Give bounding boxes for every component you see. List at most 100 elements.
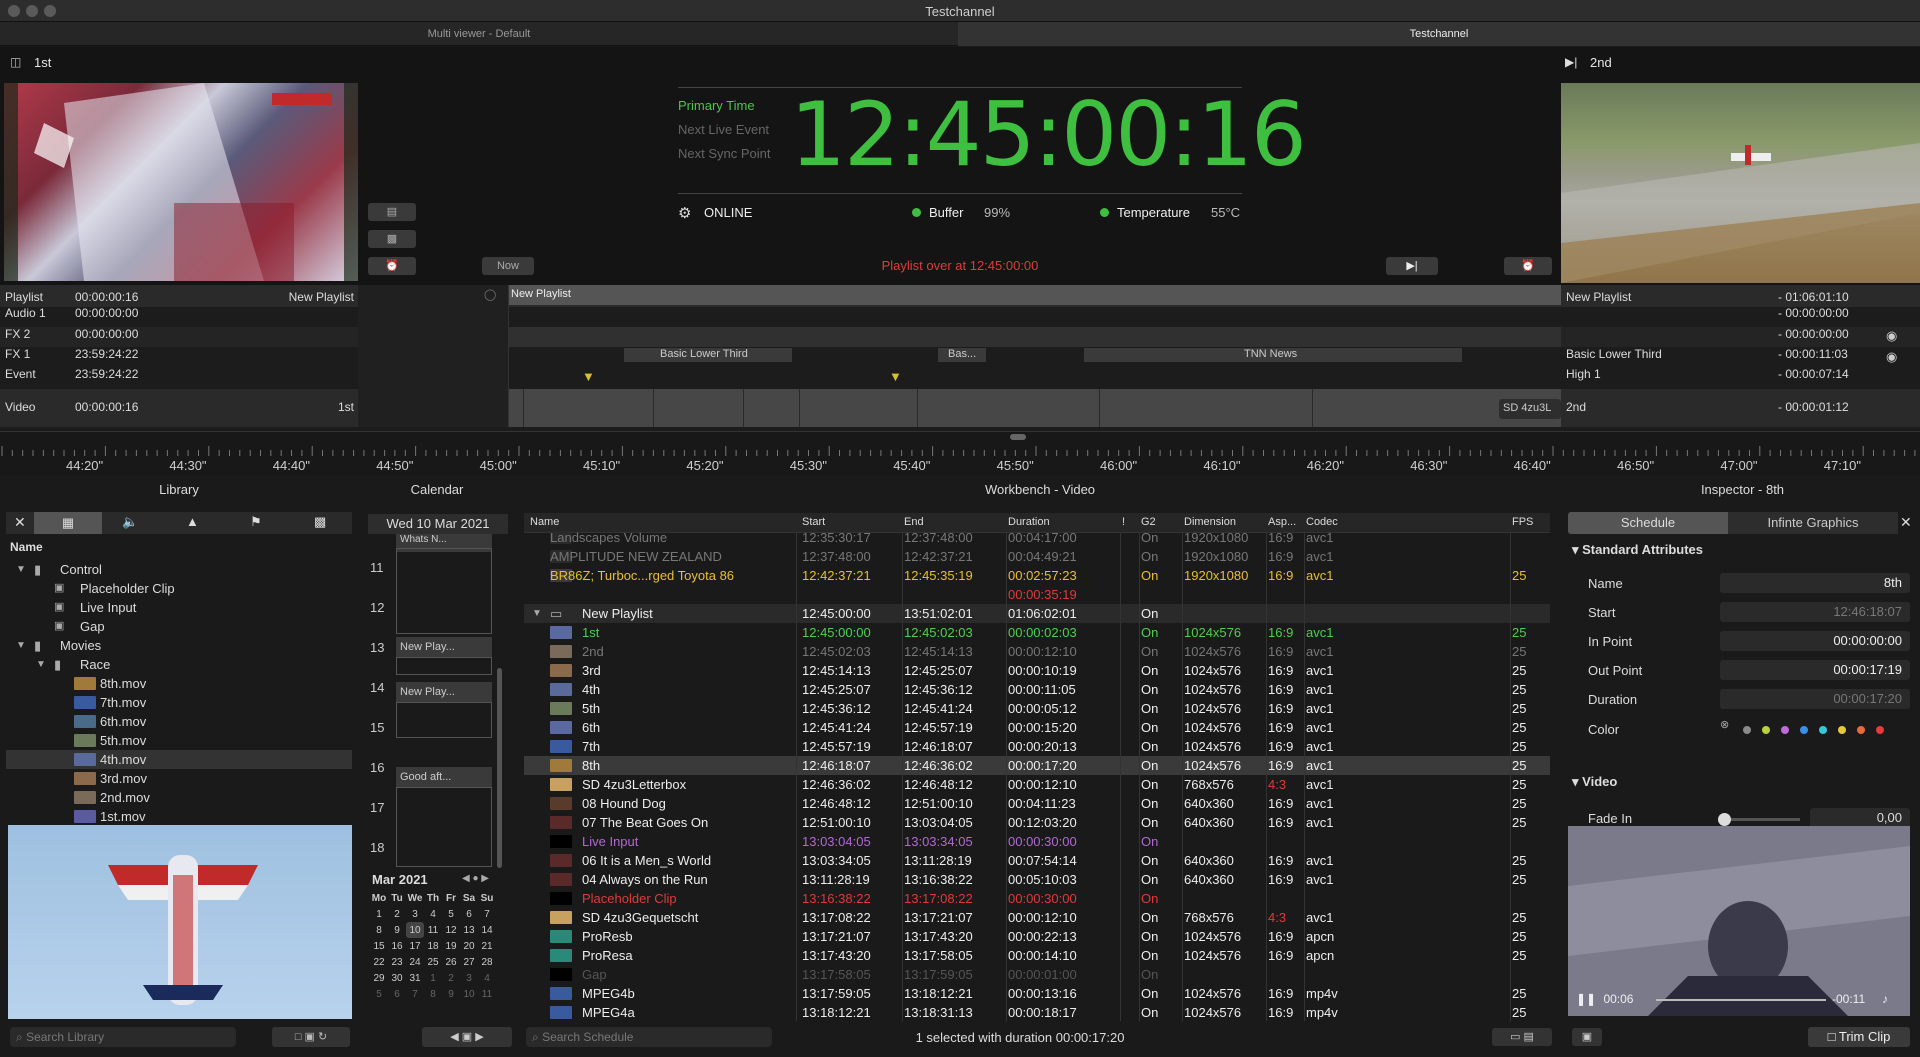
calendar-day[interactable]: 6	[460, 906, 478, 922]
workbench-column-header[interactable]: FPS	[1512, 516, 1533, 528]
disclosure-icon[interactable]: ▼	[532, 604, 542, 623]
calendar-day[interactable]: 16	[388, 938, 406, 954]
calendar-event-1-body[interactable]	[396, 548, 492, 634]
calendar-day[interactable]: 10	[460, 986, 478, 1002]
color-swatch[interactable]	[1838, 726, 1846, 734]
calendar-day[interactable]: 8	[370, 922, 388, 938]
schedule-row[interactable]: 04 Always on the Run 13:11:28:19 13:16:38:…	[524, 870, 1550, 889]
calendar-day[interactable]: 11	[424, 922, 442, 938]
track-row-fx-1[interactable]: FX 1 23:59:24:22 Basic Lower Third - 00:00:…	[0, 347, 1920, 363]
calendar-day[interactable]: 6	[388, 986, 406, 1002]
left-program-monitor[interactable]	[4, 83, 358, 281]
schedule-row[interactable]: 5th 12:45:36:12 12:45:41:24 00:00:05:12 On 10…	[524, 699, 1550, 718]
disclosure-icon[interactable]: ▼	[16, 560, 26, 579]
schedule-row[interactable]: 06 It is a Men_s World 13:03:34:05 13:11:2…	[524, 851, 1550, 870]
tab-schedule[interactable]: Schedule	[1568, 512, 1728, 534]
calendar-day[interactable]: 5	[370, 986, 388, 1002]
track-row-event[interactable]: Event 23:59:24:22 High 1 - 00:00:07:14	[0, 367, 1920, 383]
close-icon[interactable]: ✕	[1900, 514, 1912, 531]
library-name-header[interactable]: Name	[10, 540, 43, 554]
skip-end-icon[interactable]: ▶|	[1565, 55, 1577, 69]
pause-icon[interactable]: ❚❚	[1576, 992, 1596, 1006]
inspector-field-value[interactable]: 00:00:00:00	[1720, 631, 1910, 651]
schedule-search[interactable]: ⌕ Search Schedule	[526, 1027, 772, 1047]
calendar-day[interactable]: 3	[460, 970, 478, 986]
workbench-column-header[interactable]: Codec	[1306, 516, 1338, 528]
schedule-row[interactable]: Gap 13:17:58:05 13:17:59:05 00:00:01:00 On	[524, 965, 1550, 984]
trim-clip-button[interactable]: □ Trim Clip	[1808, 1027, 1910, 1047]
calendar-day[interactable]: 7	[478, 906, 496, 922]
library-item[interactable]: 8th.mov	[6, 674, 352, 693]
calendar-day[interactable]: 23	[388, 954, 406, 970]
schedule-row[interactable]: 4th 12:45:25:07 12:45:36:12 00:00:11:05 On 10…	[524, 680, 1550, 699]
schedule-row[interactable]: AMPLITUDE NEW ZEALAND 12:37:48:00 12:42:37…	[524, 547, 1550, 566]
mini-calendar[interactable]: Mo Tu We Th Fr Sa Su 1 2 3 4 5 6 7 8 9 10 11 12 13 14 15 16 17 1…	[370, 890, 496, 1002]
color-swatch[interactable]	[1781, 726, 1789, 734]
calendar-day[interactable]: 8	[424, 986, 442, 1002]
lock-icon[interactable]: ◫	[10, 55, 21, 69]
standard-attributes-section[interactable]: ▾ Standard Attributes	[1572, 542, 1703, 558]
workbench-column-header[interactable]: Start	[802, 516, 825, 528]
calendar-day[interactable]: 31	[406, 970, 424, 986]
calendar-day[interactable]: 10	[406, 922, 424, 938]
calendar-event-2[interactable]: New Play...	[396, 637, 492, 657]
calendar-day[interactable]: 2	[388, 906, 406, 922]
schedule-row[interactable]: 2nd 12:45:02:03 12:45:14:13 00:00:12:10 On 10…	[524, 642, 1550, 661]
tab-infinite-graphics[interactable]: Infinte Graphics	[1728, 512, 1898, 534]
inspector-field-value[interactable]: 8th	[1720, 573, 1910, 593]
schedule-row[interactable]: 7th 12:45:57:19 12:46:18:07 00:00:20:13 On 10…	[524, 737, 1550, 756]
library-item[interactable]: 1st.mov	[6, 807, 352, 826]
calendar-day[interactable]: 9	[388, 922, 406, 938]
no-color-icon[interactable]: ⊗	[1720, 718, 1729, 731]
schedule-row[interactable]: 00:00:35:19	[524, 585, 1550, 604]
library-item[interactable]: 3rd.mov	[6, 769, 352, 788]
close-icon[interactable]: ✕	[14, 514, 26, 531]
library-item[interactable]: ▼ ▮ Race	[6, 655, 352, 674]
library-item[interactable]: ▣ Live Input	[6, 598, 352, 617]
calendar-day[interactable]: 2	[442, 970, 460, 986]
levels-button[interactable]: ▩	[368, 230, 416, 248]
calendar-day[interactable]: 1	[424, 970, 442, 986]
calendar-day[interactable]: 9	[442, 986, 460, 1002]
preview-transport[interactable]: ❚❚ 00:06 -00:11 ♪	[1576, 992, 1902, 1008]
calendar-day[interactable]: 4	[424, 906, 442, 922]
library-item[interactable]: 6th.mov	[6, 712, 352, 731]
schedule-row[interactable]: BR86Z; Turboc...rged Toyota 86 12:42:37:2…	[524, 566, 1550, 585]
calendar-icon[interactable]: ▩	[314, 514, 326, 530]
inspector-field-value[interactable]: 00:00:17:19	[1720, 660, 1910, 680]
schedule-row[interactable]: MPEG4a 13:18:12:21 13:18:31:13 00:00:18:17 O…	[524, 1003, 1550, 1022]
fade-in-slider[interactable]	[1718, 813, 1800, 826]
workbench-column-header[interactable]: Dimension	[1184, 516, 1236, 528]
schedule-row[interactable]: SD 4zu3Letterbox 12:46:36:02 12:46:48:12 00…	[524, 775, 1550, 794]
calendar-event-3-body[interactable]	[396, 702, 492, 738]
track-row-audio-1[interactable]: Audio 1 00:00:00:00 - 00:00:00:00	[0, 306, 1920, 322]
calendar-day[interactable]: 25	[424, 954, 442, 970]
resize-handle[interactable]	[1010, 434, 1026, 440]
calendar-nav-buttons[interactable]: ◀ ▣ ▶	[422, 1027, 512, 1047]
calendar-day[interactable]: 1	[370, 906, 388, 922]
disclosure-icon[interactable]: ▼	[36, 655, 46, 674]
color-swatch[interactable]	[1800, 726, 1808, 734]
calendar-day[interactable]: 27	[460, 954, 478, 970]
calendar-day[interactable]: 19	[442, 938, 460, 954]
schedule-row[interactable]: ▼ ▭ New Playlist 12:45:00:00 13:51:02:01 01:0…	[524, 604, 1550, 623]
schedule-row[interactable]: ProResb 13:17:21:07 13:17:43:20 00:00:22:13…	[524, 927, 1550, 946]
library-item[interactable]: 2nd.mov	[6, 788, 352, 807]
library-item[interactable]: ▼ ▮ Movies	[6, 636, 352, 655]
library-view-buttons[interactable]: □ ▣ ↻	[272, 1027, 350, 1047]
calendar-day[interactable]: 13	[460, 922, 478, 938]
color-swatch[interactable]	[1762, 726, 1770, 734]
fade-in-value[interactable]: 0,00	[1810, 808, 1910, 828]
calendar-day[interactable]: 21	[478, 938, 496, 954]
color-swatch[interactable]	[1876, 726, 1884, 734]
calendar-day[interactable]: 20	[460, 938, 478, 954]
workbench-column-header[interactable]: !	[1122, 516, 1125, 528]
workbench-column-header[interactable]: G2	[1141, 516, 1156, 528]
library-item[interactable]: 7th.mov	[6, 693, 352, 712]
schedule-row[interactable]: ProResa 13:17:43:20 13:17:58:05 00:00:14:10…	[524, 946, 1550, 965]
tab-testchannel[interactable]: Testchannel	[958, 22, 1920, 46]
inspector-preview[interactable]: ❚❚ 00:06 -00:11 ♪	[1568, 826, 1910, 1016]
color-swatch[interactable]	[1743, 726, 1751, 734]
alarm-right-button[interactable]: ⏰	[1504, 257, 1552, 275]
schedule-row[interactable]: 8th 12:46:18:07 12:46:36:02 00:00:17:20 On 10…	[524, 756, 1550, 775]
